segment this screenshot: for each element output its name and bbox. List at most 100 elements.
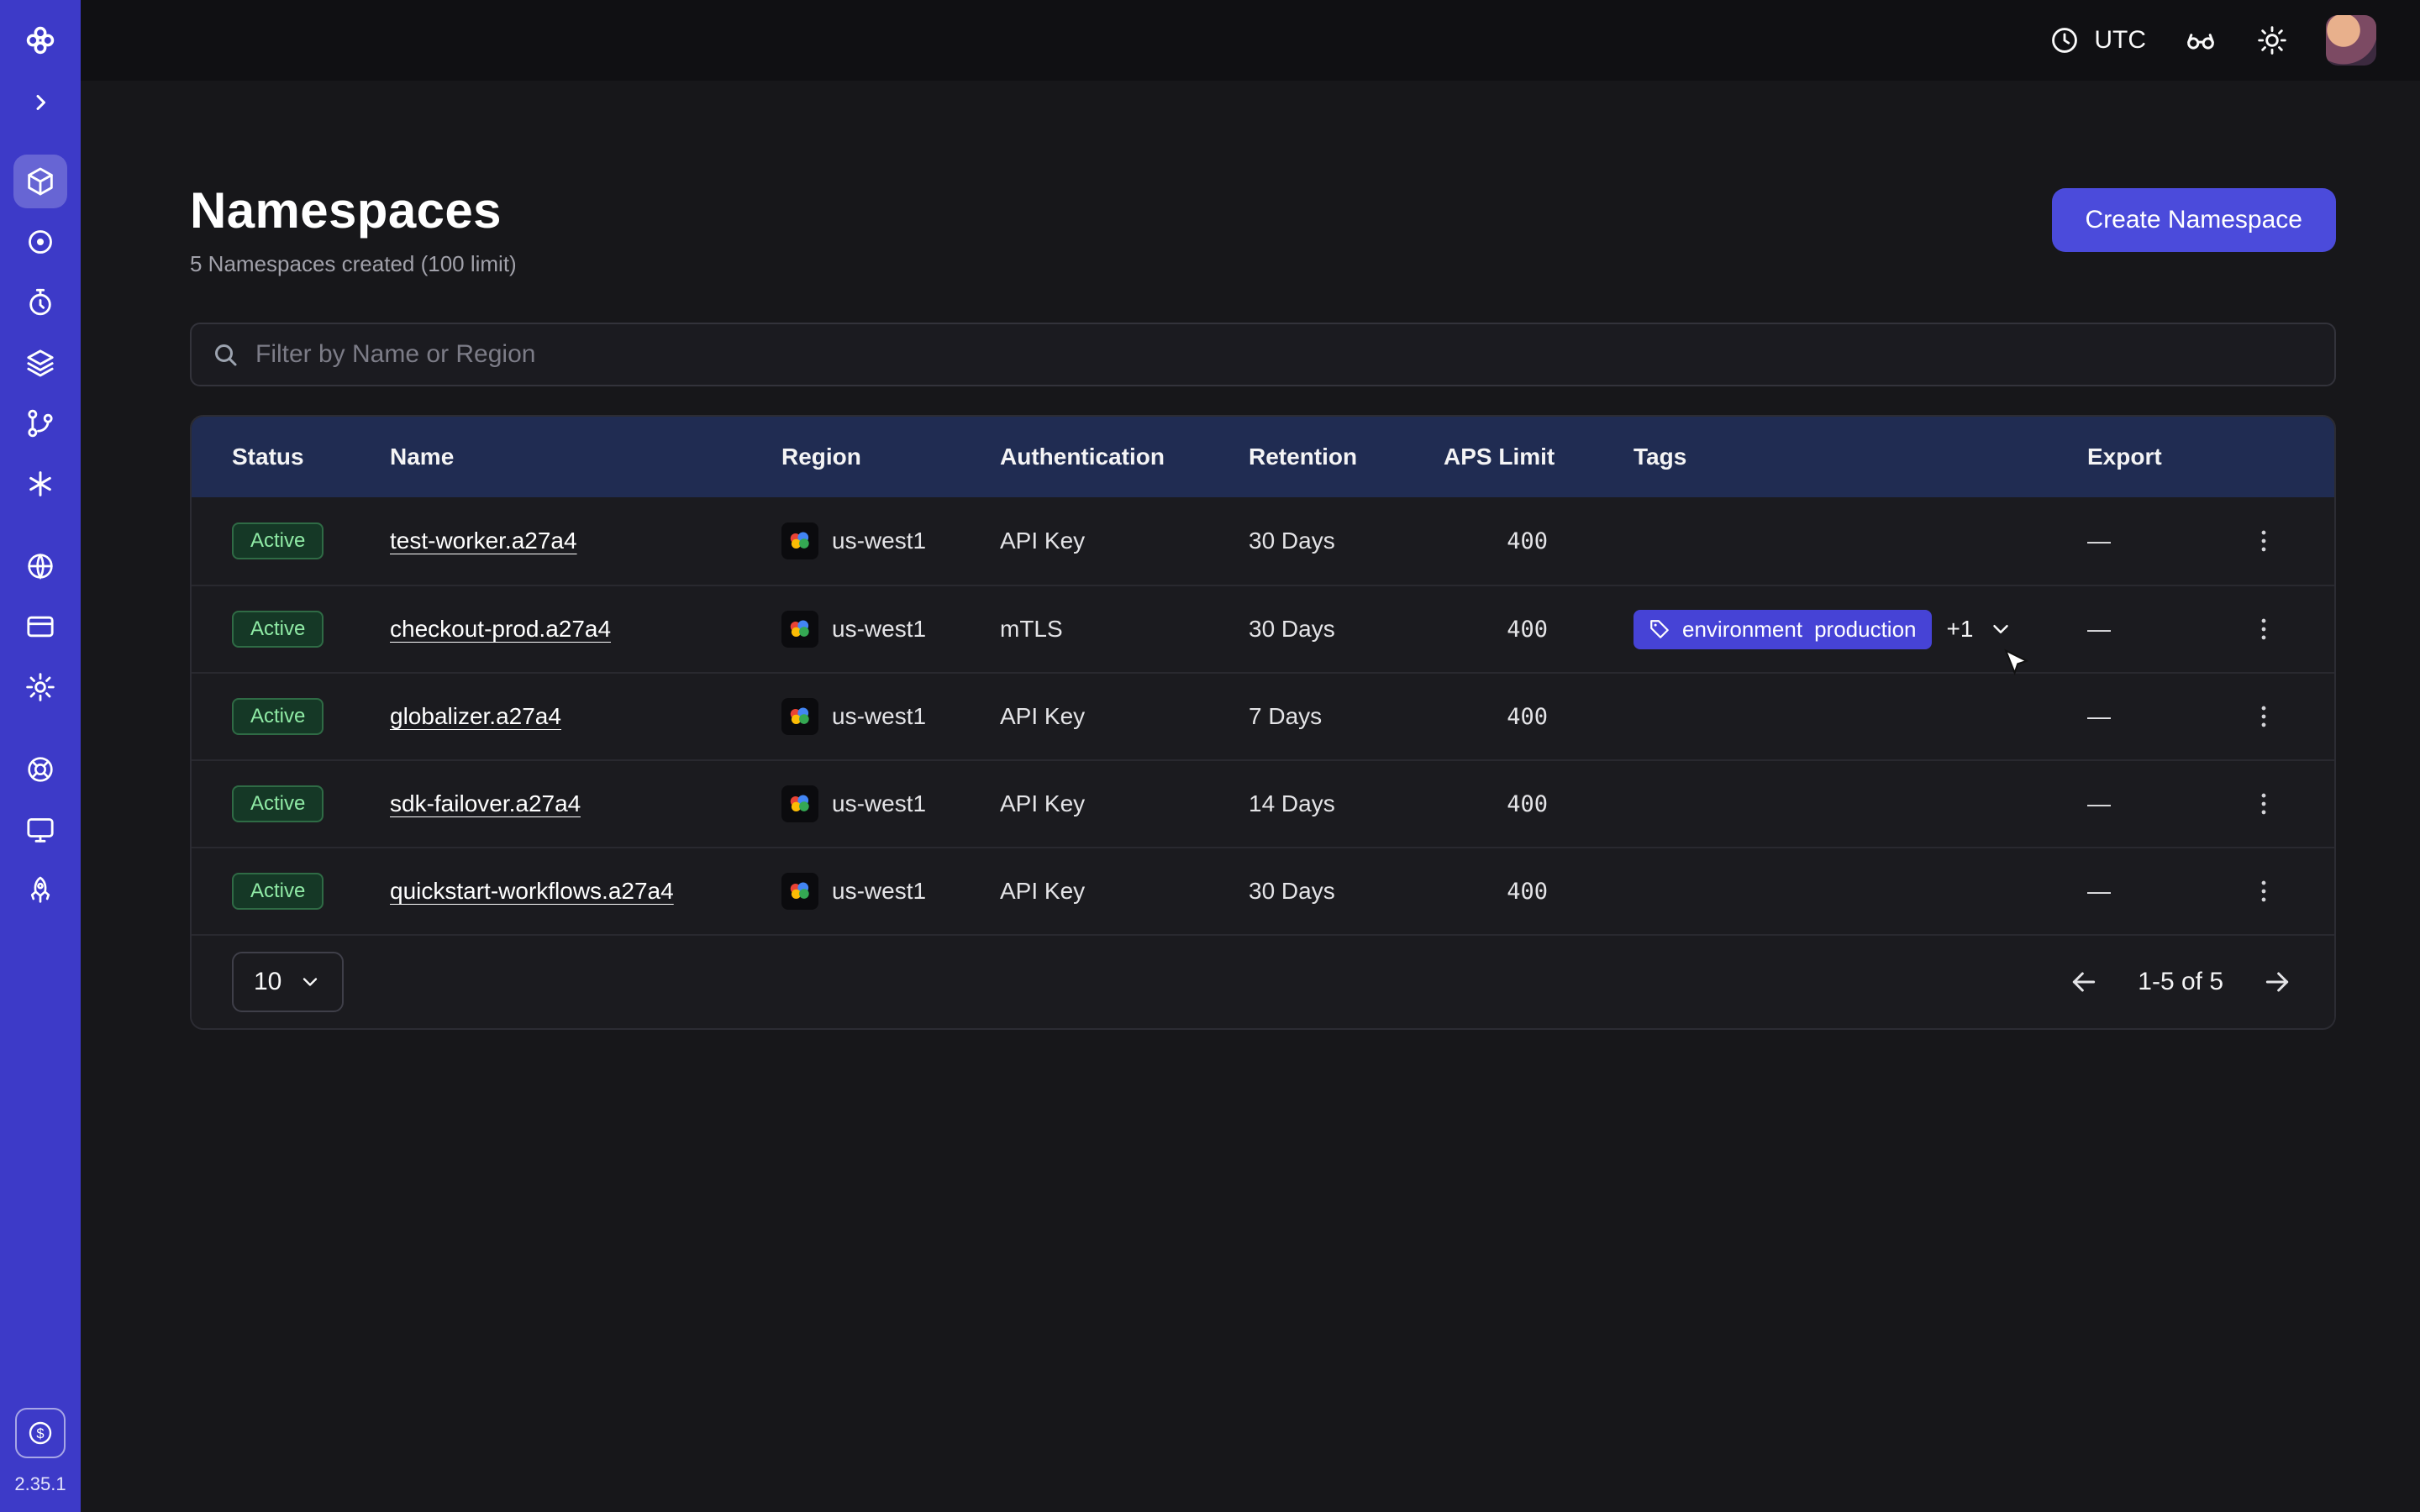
timezone-label: UTC xyxy=(2094,26,2146,55)
app-version: 2.35.1 xyxy=(14,1473,66,1495)
aps-limit-value: 400 xyxy=(1444,528,1548,554)
column-header-retention: Retention xyxy=(1249,444,1444,470)
row-menu-button[interactable] xyxy=(2240,693,2287,740)
status-badge: Active xyxy=(232,785,324,823)
sidebar-item-stacks[interactable] xyxy=(13,336,67,390)
tag-value: production xyxy=(1814,617,1916,643)
column-header-aps-limit: APS Limit xyxy=(1444,444,1634,470)
export-value: — xyxy=(2087,703,2230,730)
tag-more-label: +1 xyxy=(1947,616,1974,643)
page-title: Namespaces xyxy=(190,181,517,239)
sidebar-item-nexus[interactable] xyxy=(13,457,67,511)
search-input[interactable] xyxy=(190,323,2336,386)
retention-label: 14 Days xyxy=(1249,790,1444,817)
column-header-authentication: Authentication xyxy=(1000,444,1249,470)
export-value: — xyxy=(2087,790,2230,817)
sidebar-item-support[interactable] xyxy=(13,743,67,796)
sidebar-item-billing[interactable] xyxy=(13,600,67,654)
row-menu-button[interactable] xyxy=(2240,517,2287,564)
user-avatar[interactable] xyxy=(2326,15,2376,66)
sidebar-item-settings[interactable] xyxy=(13,660,67,714)
row-menu-button[interactable] xyxy=(2240,780,2287,827)
page-subtitle: 5 Namespaces created (100 limit) xyxy=(190,251,517,277)
namespace-name-link[interactable]: test-worker.a27a4 xyxy=(390,528,577,554)
status-badge: Active xyxy=(232,522,324,560)
page-size-select[interactable]: 10 xyxy=(232,952,344,1012)
table-row: Active quickstart-workflows.a27a4 us-wes… xyxy=(192,847,2334,934)
namespace-name-link[interactable]: quickstart-workflows.a27a4 xyxy=(390,878,674,905)
table-body: Active test-worker.a27a4 us-west1 API Ke… xyxy=(192,497,2334,934)
gcp-cloud-icon xyxy=(781,785,818,822)
row-menu-button[interactable] xyxy=(2240,606,2287,653)
namespace-name-link[interactable]: sdk-failover.a27a4 xyxy=(390,790,581,817)
next-page-button[interactable] xyxy=(2260,965,2294,999)
table-row: Active globalizer.a27a4 us-west1 API Key… xyxy=(192,672,2334,759)
page-header: Namespaces 5 Namespaces created (100 lim… xyxy=(190,181,2336,277)
status-badge: Active xyxy=(232,873,324,911)
column-header-tags: Tags xyxy=(1634,444,2087,470)
retention-label: 30 Days xyxy=(1249,878,1444,905)
clock-icon xyxy=(2049,24,2081,56)
gcp-cloud-icon xyxy=(781,873,818,910)
sidebar: $ 2.35.1 xyxy=(0,0,81,1512)
tag-pill[interactable]: environment production xyxy=(1634,610,1932,649)
column-header-export: Export xyxy=(2087,444,2230,470)
sidebar-item-schedules[interactable] xyxy=(13,276,67,329)
namespaces-table: Status Name Region Authentication Retent… xyxy=(190,415,2336,1030)
create-namespace-button[interactable]: Create Namespace xyxy=(2052,188,2336,252)
column-header-status: Status xyxy=(232,444,390,470)
usage-icon[interactable]: $ xyxy=(15,1408,66,1458)
namespace-switcher-icon[interactable] xyxy=(2183,23,2218,58)
namespace-name-link[interactable]: globalizer.a27a4 xyxy=(390,703,561,730)
authentication-label: API Key xyxy=(1000,703,1249,730)
sidebar-item-docs[interactable] xyxy=(13,803,67,857)
export-value: — xyxy=(2087,616,2230,643)
authentication-label: API Key xyxy=(1000,878,1249,905)
retention-label: 30 Days xyxy=(1249,616,1444,643)
temporal-logo-icon[interactable] xyxy=(13,13,67,67)
retention-label: 30 Days xyxy=(1249,528,1444,554)
aps-limit-value: 400 xyxy=(1444,791,1548,817)
column-header-name: Name xyxy=(390,444,781,470)
region-label: us-west1 xyxy=(832,528,926,554)
main-content: Namespaces 5 Namespaces created (100 lim… xyxy=(81,81,2420,1512)
gcp-cloud-icon xyxy=(781,522,818,559)
tag-icon xyxy=(1649,618,1670,640)
pagination-range-label: 1-5 of 5 xyxy=(2138,968,2223,996)
sidebar-item-namespaces[interactable] xyxy=(13,155,67,208)
table-row: Active checkout-prod.a27a4 us-west1 mTLS… xyxy=(192,585,2334,672)
region-label: us-west1 xyxy=(832,703,926,730)
row-menu-button[interactable] xyxy=(2240,868,2287,915)
timezone-selector[interactable]: UTC xyxy=(2049,24,2146,56)
region-label: us-west1 xyxy=(832,790,926,817)
theme-sun-icon[interactable] xyxy=(2255,24,2289,57)
aps-limit-value: 400 xyxy=(1444,704,1548,730)
gcp-cloud-icon xyxy=(781,698,818,735)
sidebar-item-batch-operations[interactable] xyxy=(13,215,67,269)
export-value: — xyxy=(2087,878,2230,905)
table-row: Active test-worker.a27a4 us-west1 API Ke… xyxy=(192,497,2334,585)
tags-expand-chevron-icon[interactable] xyxy=(1988,617,2013,642)
page-size-value: 10 xyxy=(254,968,281,996)
search-bar xyxy=(190,323,2336,386)
sidebar-item-deployments[interactable] xyxy=(13,396,67,450)
tag-group: environment production +1 xyxy=(1634,610,2013,649)
table-row: Active sdk-failover.a27a4 us-west1 API K… xyxy=(192,759,2334,847)
aps-limit-value: 400 xyxy=(1444,879,1548,905)
sidebar-expand-chevron-icon[interactable] xyxy=(13,76,67,129)
retention-label: 7 Days xyxy=(1249,703,1444,730)
region-label: us-west1 xyxy=(832,878,926,905)
authentication-label: API Key xyxy=(1000,528,1249,554)
authentication-label: mTLS xyxy=(1000,616,1249,643)
namespace-name-link[interactable]: checkout-prod.a27a4 xyxy=(390,616,611,643)
sidebar-item-getting-started[interactable] xyxy=(13,864,67,917)
svg-text:$: $ xyxy=(36,1426,44,1441)
tag-key: environment xyxy=(1682,617,1802,643)
gcp-cloud-icon xyxy=(781,611,818,648)
previous-page-button[interactable] xyxy=(2067,965,2101,999)
region-label: us-west1 xyxy=(832,616,926,643)
topbar: UTC xyxy=(81,0,2420,81)
column-header-region: Region xyxy=(781,444,1000,470)
sidebar-item-regions[interactable] xyxy=(13,539,67,593)
chevron-down-icon xyxy=(298,970,322,994)
